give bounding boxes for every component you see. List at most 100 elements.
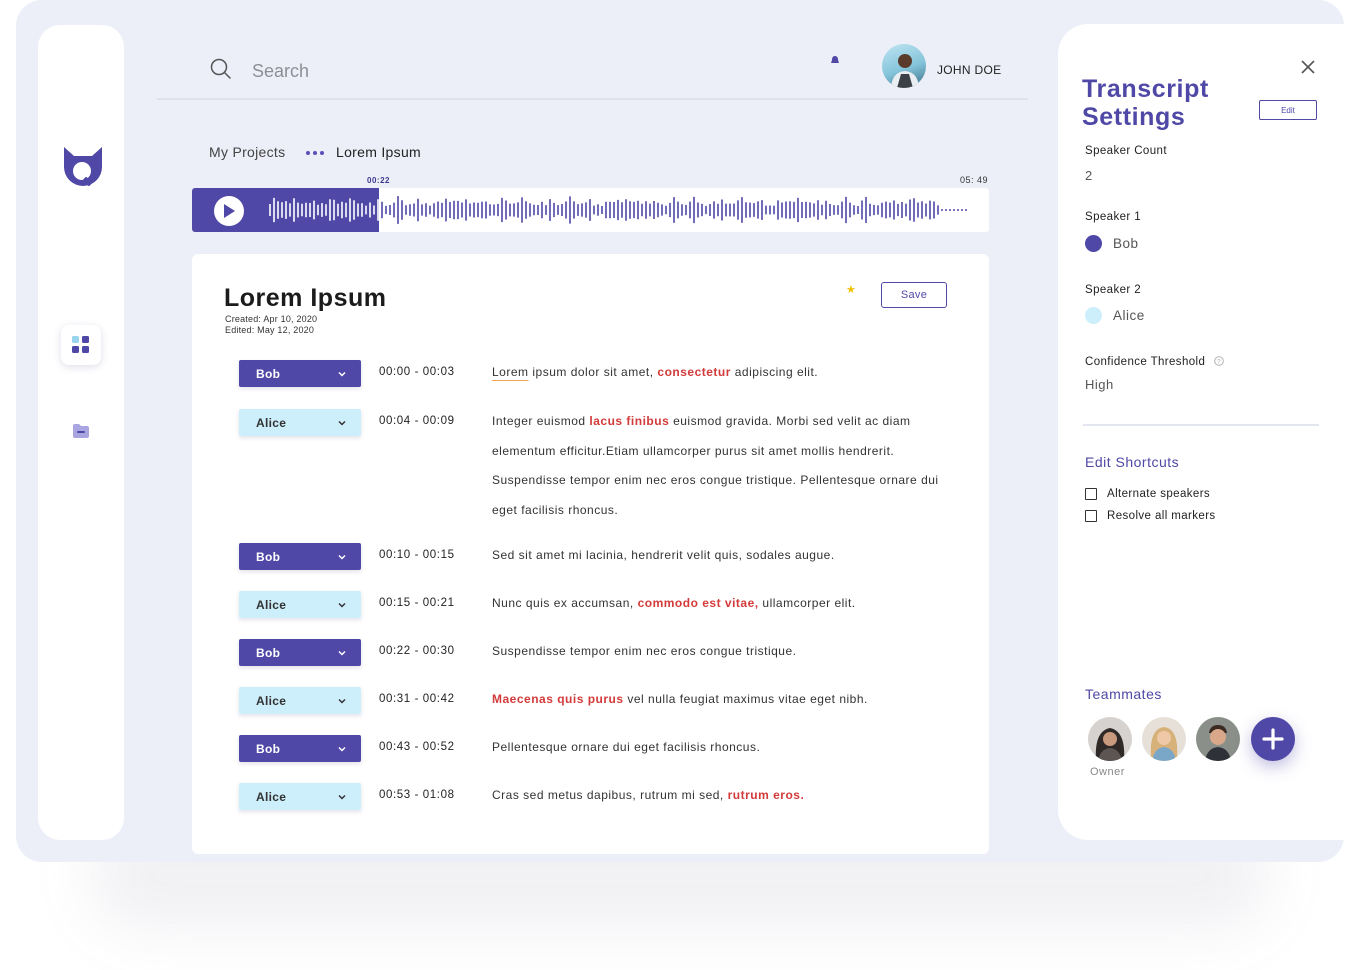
segment-timestamp[interactable]: 00:00 - 00:03	[379, 366, 455, 378]
speaker-name: Bob	[256, 645, 281, 660]
speaker-dropdown[interactable]: Bob	[239, 543, 361, 570]
help-icon[interactable]: ?	[1214, 356, 1224, 366]
teammate-avatar[interactable]	[1196, 717, 1240, 761]
speaker1-name: Bob	[1113, 236, 1139, 251]
segment-timestamp[interactable]: 00:10 - 00:15	[379, 549, 455, 561]
marker-phrase[interactable]: lacus finibus	[589, 414, 669, 428]
owner-label: Owner	[1090, 766, 1125, 778]
user-name[interactable]: JOHN DOE	[937, 63, 1001, 77]
text-fragment: ipsum dolor sit amet,	[528, 365, 658, 379]
checkbox[interactable]	[1085, 488, 1097, 500]
speaker-count-value[interactable]: 2	[1085, 168, 1093, 183]
speaker2-label: Speaker 2	[1085, 284, 1142, 296]
segment-timestamp[interactable]: 00:43 - 00:52	[379, 741, 455, 753]
underlined-word[interactable]: Lorem	[492, 365, 529, 379]
speaker-name: Bob	[256, 549, 281, 564]
shortcut-label: Resolve all markers	[1107, 510, 1216, 522]
chevron-down-icon	[338, 420, 346, 426]
play-icon	[224, 204, 235, 218]
header-divider	[157, 98, 1028, 100]
player-total-time: 05: 49	[960, 175, 989, 185]
segment-text[interactable]: Maecenas quis purus vel nulla feugiat ma…	[492, 685, 962, 715]
speaker2-color-dot	[1085, 307, 1102, 324]
speaker-dropdown[interactable]: Bob	[239, 360, 361, 387]
segment-timestamp[interactable]: 00:31 - 00:42	[379, 693, 455, 705]
star-icon[interactable]: ★	[846, 283, 856, 296]
speaker-name: Alice	[256, 415, 287, 430]
segment-timestamp[interactable]: 00:53 - 01:08	[379, 789, 455, 801]
player-current-time: 00:22	[367, 176, 390, 185]
breadcrumb-more-icon[interactable]	[306, 151, 324, 155]
settings-title: Transcript Settings	[1082, 75, 1209, 131]
page-title: Lorem Ipsum	[224, 284, 387, 312]
speaker-dropdown[interactable]: Alice	[239, 409, 361, 436]
folder-icon	[73, 424, 89, 438]
audio-player[interactable]	[192, 188, 989, 232]
marker-phrase[interactable]: Maecenas quis purus	[492, 692, 624, 706]
segment-text[interactable]: Suspendisse tempor enim nec eros congue …	[492, 637, 962, 667]
speaker-name: Bob	[256, 366, 281, 381]
chevron-down-icon	[338, 554, 346, 560]
text-fragment: euismod gravida. Morbi sed velit ac diam…	[492, 414, 939, 517]
speaker2-option[interactable]: Alice	[1085, 307, 1145, 324]
marker-phrase[interactable]: consectetur	[657, 365, 731, 379]
segment-text[interactable]: Sed sit amet mi lacinia, hendrerit velit…	[492, 541, 962, 571]
chevron-down-icon	[338, 746, 346, 752]
shortcuts-heading: Edit Shortcuts	[1085, 454, 1180, 470]
play-button[interactable]	[214, 196, 244, 226]
search-icon	[210, 58, 231, 79]
speaker-dropdown[interactable]: Bob	[239, 639, 361, 666]
speaker-dropdown[interactable]: Alice	[239, 687, 361, 714]
speaker-dropdown[interactable]: Alice	[239, 591, 361, 618]
segment-timestamp[interactable]: 00:04 - 00:09	[379, 415, 455, 427]
speaker-name: Alice	[256, 693, 287, 708]
teammate-avatar-owner[interactable]	[1088, 717, 1132, 761]
plus-icon	[1262, 728, 1284, 750]
text-fragment: ullamcorper elit.	[758, 596, 856, 610]
settings-title-line1: Transcript	[1082, 75, 1209, 103]
speaker-count-label: Speaker Count	[1085, 145, 1167, 157]
nav-folder-button[interactable]	[61, 411, 101, 451]
settings-divider	[1083, 424, 1319, 426]
speaker1-option[interactable]: Bob	[1085, 235, 1139, 252]
confidence-label-text: Confidence Threshold	[1085, 356, 1206, 368]
segment-timestamp[interactable]: 00:15 - 00:21	[379, 597, 455, 609]
speaker1-color-dot	[1085, 235, 1102, 252]
settings-title-line2: Settings	[1082, 103, 1186, 131]
breadcrumb-parent[interactable]: My Projects	[209, 144, 285, 160]
segment-text[interactable]: Integer euismod lacus finibus euismod gr…	[492, 407, 962, 525]
chevron-down-icon	[338, 794, 346, 800]
speaker-dropdown[interactable]: Bob	[239, 735, 361, 762]
speaker-name: Bob	[256, 741, 281, 756]
transcript-card: Lorem Ipsum Created: Apr 10, 2020 Edited…	[192, 254, 989, 854]
checkbox[interactable]	[1085, 510, 1097, 522]
logo-icon[interactable]	[58, 143, 108, 193]
add-teammate-button[interactable]	[1251, 717, 1295, 761]
bell-icon[interactable]	[831, 56, 839, 64]
segment-text[interactable]: Cras sed metus dapibus, rutrum mi sed, r…	[492, 781, 962, 811]
shortcut-alternate-speakers[interactable]: Alternate speakers	[1085, 488, 1210, 500]
search-input[interactable]	[250, 56, 554, 86]
shortcut-label: Alternate speakers	[1107, 488, 1211, 500]
segment-timestamp[interactable]: 00:22 - 00:30	[379, 645, 455, 657]
waveform[interactable]	[268, 188, 980, 232]
edit-settings-button[interactable]: Edit	[1259, 100, 1317, 120]
chevron-down-icon	[338, 602, 346, 608]
avatar[interactable]	[882, 44, 926, 88]
marker-phrase[interactable]: commodo est vitae,	[638, 596, 759, 610]
teammate-avatar[interactable]	[1142, 717, 1186, 761]
edited-date: Edited: May 12, 2020	[225, 325, 315, 335]
speaker-dropdown[interactable]: Alice	[239, 783, 361, 810]
app-window: JOHN DOE My Projects Lorem Ipsum 00:22 0…	[16, 0, 1344, 862]
save-button[interactable]: Save	[881, 282, 947, 308]
confidence-value[interactable]: High	[1085, 377, 1114, 392]
nav-dashboard-button[interactable]	[61, 325, 101, 365]
speaker2-name: Alice	[1113, 308, 1145, 323]
segment-text[interactable]: Nunc quis ex accumsan, commodo est vitae…	[492, 589, 962, 619]
shortcut-resolve-markers[interactable]: Resolve all markers	[1085, 510, 1216, 522]
close-icon[interactable]	[1301, 60, 1315, 74]
speaker-name: Alice	[256, 597, 287, 612]
marker-phrase[interactable]: rutrum eros.	[728, 788, 805, 802]
segment-text[interactable]: Lorem ipsum dolor sit amet, consectetur …	[492, 358, 962, 388]
segment-text[interactable]: Pellentesque ornare dui eget facilisis r…	[492, 733, 962, 763]
